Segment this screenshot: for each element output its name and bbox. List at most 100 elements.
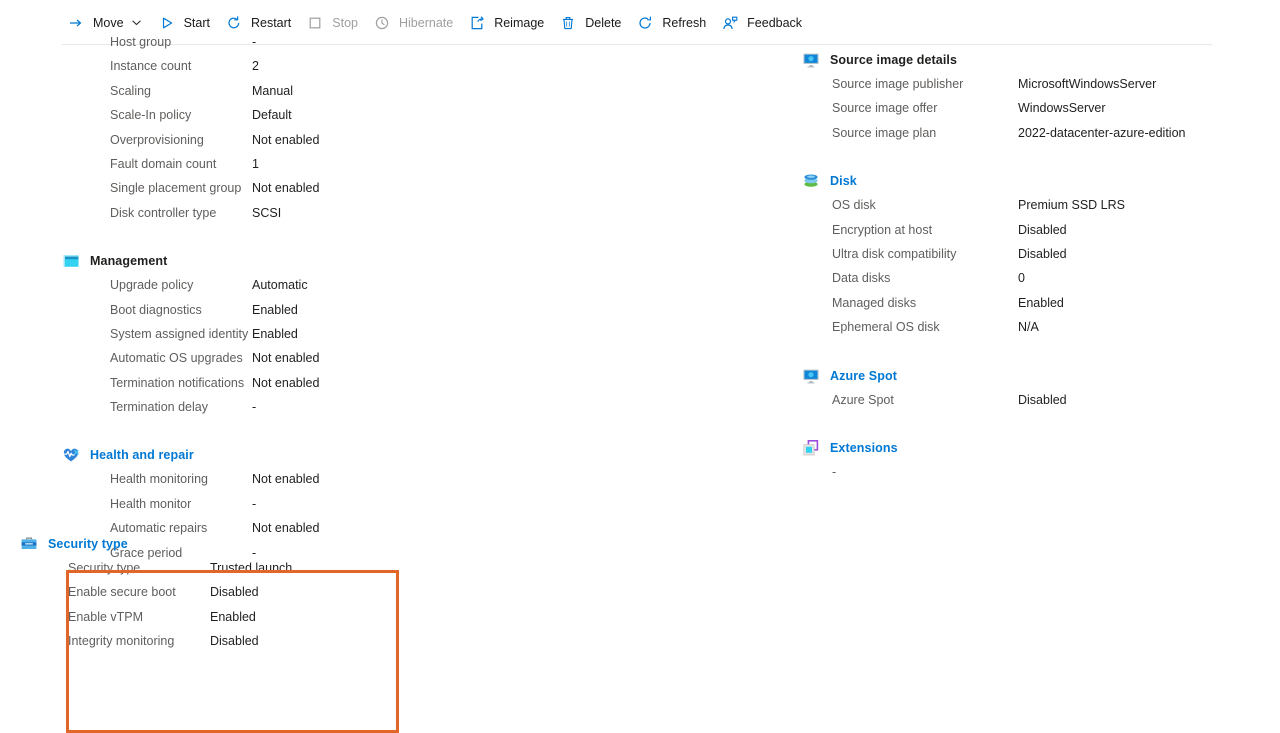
property-value: MicrosoftWindowsServer	[1018, 77, 1157, 91]
management-window-icon	[62, 252, 90, 270]
clock-icon	[372, 14, 392, 32]
section-disk: Disk OS disk Premium SSD LRS Encryption at …	[802, 170, 1262, 344]
property-label: Disk controller type	[110, 205, 217, 220]
command-start[interactable]: Start	[153, 8, 218, 38]
property-label: Automatic OS upgrades	[110, 351, 243, 366]
section-title[interactable]: Extensions	[830, 441, 898, 455]
property-label: -	[832, 464, 837, 479]
property-row: Health monitoring Not enabled	[62, 472, 542, 496]
refresh-icon	[635, 14, 655, 32]
property-row: Source image plan 2022-datacenter-azure-e…	[802, 126, 1262, 150]
property-row: -	[802, 465, 1262, 489]
property-value: -	[252, 496, 257, 511]
property-label: Encryption at host	[832, 222, 933, 237]
extensions-icon	[802, 439, 830, 457]
property-label: Fault domain count	[110, 156, 217, 171]
property-value: Not enabled	[252, 181, 320, 196]
property-label: Integrity monitoring	[68, 634, 175, 649]
property-value: Enabled	[252, 326, 298, 341]
command-label: Move	[93, 15, 124, 30]
property-value: Disabled	[1018, 246, 1067, 261]
stop-square-icon	[305, 14, 325, 32]
property-value: Default	[252, 108, 292, 123]
property-label: Ephemeral OS disk	[832, 320, 940, 335]
property-label: Data disks	[832, 271, 891, 286]
property-label: Scale-In policy	[110, 108, 192, 123]
property-value: 0	[1018, 271, 1025, 286]
command-restart[interactable]: Restart	[220, 8, 299, 38]
section-header: Health and repair	[62, 444, 542, 466]
section-header: Source image details	[802, 49, 1262, 71]
property-row: Enable secure boot Disabled	[20, 585, 420, 609]
property-label: OS disk	[832, 198, 876, 213]
property-value: WindowsServer	[1018, 101, 1106, 116]
heart-pulse-icon	[62, 446, 90, 464]
property-row: Ephemeral OS disk N/A	[802, 320, 1262, 344]
property-row: Integrity monitoring Disabled	[20, 634, 420, 658]
command-label: Restart	[250, 15, 292, 30]
properties-left-column: Host group - Instance count 2 Scaling Manual S…	[62, 35, 542, 590]
section-header: Management	[62, 250, 542, 272]
property-value: SCSI	[252, 205, 282, 220]
command-feedback[interactable]: Feedback	[716, 8, 810, 38]
property-value: 2	[252, 59, 259, 74]
property-value: Trusted launch	[210, 561, 293, 575]
property-label: Source image publisher	[832, 77, 964, 91]
property-label: Instance count	[110, 59, 192, 74]
section-azure-spot: Azure Spot Azure Spot Disabled	[802, 365, 1262, 417]
command-label: Hibernate	[399, 15, 454, 30]
section-title: Management	[90, 254, 168, 269]
property-row: Overprovisioning Not enabled	[62, 133, 542, 157]
property-label: Enable vTPM	[68, 609, 144, 624]
property-value: Premium SSD LRS	[1018, 198, 1125, 213]
properties-right-column: Source image details Source image publish…	[802, 45, 1262, 509]
section-header: Security type	[20, 533, 420, 555]
security-type-section-wrapper: Security type Security type Trusted launch…	[0, 533, 420, 679]
property-row: Automatic OS upgrades Not enabled	[62, 351, 542, 375]
command-refresh[interactable]: Refresh	[631, 8, 714, 38]
property-value: Not enabled	[252, 132, 320, 147]
command-reimage[interactable]: Reimage	[463, 8, 552, 38]
section-title[interactable]: Security type	[48, 537, 128, 551]
property-value: Not enabled	[252, 375, 320, 390]
property-label: Boot diagnostics	[110, 302, 202, 317]
property-label: Host group	[110, 35, 172, 49]
property-label: Health monitor	[110, 496, 192, 511]
command-move[interactable]: Move	[62, 8, 151, 38]
section-security-type: Security type Security type Trusted launch…	[20, 533, 420, 659]
property-value: 1	[252, 156, 259, 171]
property-label: Security type	[68, 561, 141, 575]
property-value: Disabled	[1018, 392, 1067, 407]
property-label: Health monitoring	[110, 472, 208, 487]
property-label: System assigned identity	[110, 326, 249, 341]
property-value: Disabled	[1018, 222, 1067, 237]
chevron-down-icon[interactable]	[131, 17, 143, 29]
restart-icon	[224, 14, 244, 32]
property-row: Health monitor -	[62, 497, 542, 521]
command-stop: Stop	[301, 8, 366, 38]
property-label: Upgrade policy	[110, 278, 194, 293]
command-label: Refresh	[662, 15, 707, 30]
section-header: Azure Spot	[802, 365, 1262, 387]
section-header: Disk	[802, 170, 1262, 192]
command-label: Feedback	[747, 15, 803, 30]
section-title[interactable]: Disk	[830, 174, 857, 188]
property-row: Boot diagnostics Enabled	[62, 303, 542, 327]
property-row: Managed disks Enabled	[802, 296, 1262, 320]
property-value: Enabled	[210, 609, 256, 624]
property-row: Single placement group Not enabled	[62, 181, 542, 205]
property-row: Host group -	[62, 35, 542, 59]
property-value: Not enabled	[252, 351, 320, 366]
property-value: Disabled	[210, 585, 259, 600]
property-value: Not enabled	[252, 472, 320, 487]
property-value: Enabled	[252, 302, 298, 317]
property-row: Instance count 2	[62, 59, 542, 83]
property-value: -	[252, 400, 257, 415]
reimage-icon	[467, 14, 487, 32]
section-title[interactable]: Health and repair	[90, 448, 194, 462]
property-row: OS disk Premium SSD LRS	[802, 198, 1262, 222]
section-title[interactable]: Azure Spot	[830, 369, 897, 383]
section-title: Source image details	[830, 53, 958, 67]
instances-partial-rows: Host group - Instance count 2 Scaling Manual S…	[62, 35, 542, 230]
command-delete[interactable]: Delete	[554, 8, 629, 38]
